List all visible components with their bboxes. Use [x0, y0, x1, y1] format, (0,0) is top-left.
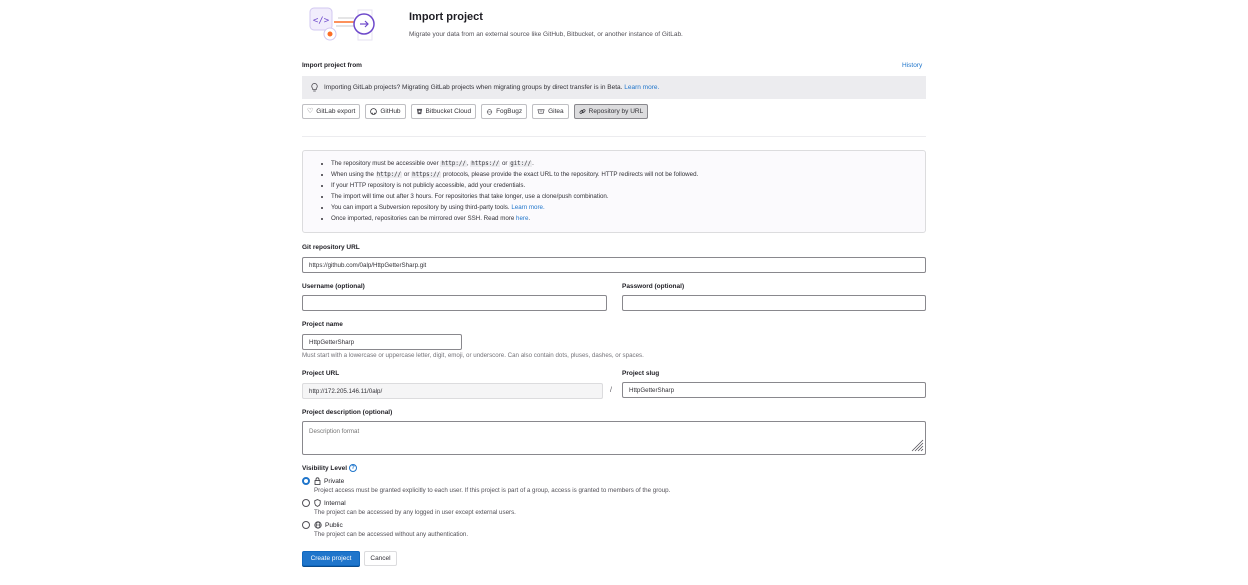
- page-subtitle: Migrate your data from an external sourc…: [409, 31, 683, 38]
- project-name-input[interactable]: HttpGetterSharp: [302, 334, 462, 350]
- bug-icon: [486, 109, 493, 115]
- visibility-internal-label: Internal: [314, 499, 346, 507]
- password-input[interactable]: [622, 295, 926, 311]
- password-label: Password (optional): [622, 283, 685, 290]
- source-github-button[interactable]: GitHub: [365, 104, 406, 119]
- source-bitbucket-cloud-button[interactable]: Bitbucket Cloud: [410, 104, 477, 119]
- project-url-select[interactable]: http://172.205.146.11/0alp/: [302, 383, 603, 399]
- visibility-public-radio[interactable]: [302, 521, 310, 529]
- cancel-button[interactable]: Cancel: [364, 551, 397, 566]
- visibility-label: Visibility Level ?: [302, 464, 358, 472]
- username-label: Username (optional): [302, 283, 365, 290]
- source-fogbugz-button[interactable]: FogBugz: [481, 104, 528, 119]
- info-item: You can import a Subversion repository b…: [331, 203, 925, 214]
- gitea-icon: [537, 109, 545, 114]
- visibility-private-radio[interactable]: [302, 477, 310, 485]
- beta-alert: Importing GitLab projects? Migrating Git…: [302, 76, 926, 99]
- history-link[interactable]: History: [902, 62, 922, 69]
- beta-learn-more-link[interactable]: Learn more.: [624, 84, 659, 91]
- lock-icon: [314, 477, 321, 485]
- subversion-learn-more-link[interactable]: Learn more.: [511, 204, 544, 211]
- username-input[interactable]: [302, 295, 607, 311]
- source-repository-by-url-button[interactable]: Repository by URL: [573, 104, 649, 119]
- svg-text:</>: </>: [313, 16, 330, 26]
- heart-icon: ♡: [307, 108, 314, 115]
- info-item: If your HTTP repository is not publicly …: [331, 181, 925, 192]
- project-slug-input[interactable]: HttpGetterSharp: [622, 382, 926, 398]
- question-icon[interactable]: ?: [349, 464, 358, 472]
- lightbulb-icon: [311, 83, 318, 92]
- create-project-button[interactable]: Create project: [302, 551, 360, 566]
- mirror-here-link[interactable]: here: [516, 215, 528, 222]
- info-item: The import will time out after 3 hours. …: [331, 192, 925, 203]
- git-url-label: Git repository URL: [302, 244, 360, 251]
- import-from-label: Import project from: [302, 62, 362, 69]
- section-divider: [302, 136, 926, 137]
- beta-alert-text: Importing GitLab projects? Migrating Git…: [324, 84, 623, 91]
- import-illustration: </>: [309, 7, 375, 41]
- visibility-private-desc: Project access must be granted explicitl…: [314, 487, 671, 494]
- page-title: Import project: [409, 11, 483, 23]
- description-textarea[interactable]: [302, 421, 926, 455]
- git-url-input[interactable]: https://github.com/0alp/HttpGetterSharp.…: [302, 257, 926, 273]
- import-source-tabs: ♡ GitLab export GitHub Bitbucket Cloud F…: [302, 104, 649, 119]
- project-name-help: Must start with a lowercase or uppercase…: [302, 352, 644, 359]
- globe-icon: [314, 521, 322, 529]
- source-gitlab-export-button[interactable]: ♡ GitLab export: [302, 104, 361, 119]
- source-gitea-button[interactable]: Gitea: [532, 104, 569, 119]
- repository-info-box: The repository must be accessible over h…: [302, 150, 926, 233]
- project-url-label: Project URL: [302, 370, 340, 377]
- project-slug-label: Project slug: [622, 370, 660, 377]
- visibility-internal-desc: The project can be accessed by any logge…: [314, 509, 516, 516]
- visibility-private-label: Private: [314, 477, 344, 485]
- info-item: When using the http:// or https:// proto…: [331, 170, 925, 181]
- visibility-public-label: Public: [314, 521, 343, 529]
- project-name-label: Project name: [302, 321, 343, 328]
- bitbucket-icon: [416, 108, 422, 115]
- visibility-internal-radio[interactable]: [302, 499, 310, 507]
- url-slash: /: [610, 387, 612, 394]
- visibility-public-desc: The project can be accessed without any …: [314, 531, 469, 538]
- description-label: Project description (optional): [302, 409, 393, 416]
- shield-icon: [314, 499, 321, 507]
- info-item: Once imported, repositories can be mirro…: [331, 214, 925, 225]
- resize-handle-icon[interactable]: [910, 438, 924, 452]
- info-item: The repository must be accessible over h…: [331, 159, 925, 170]
- github-icon: [370, 108, 378, 115]
- link-icon: [579, 109, 586, 114]
